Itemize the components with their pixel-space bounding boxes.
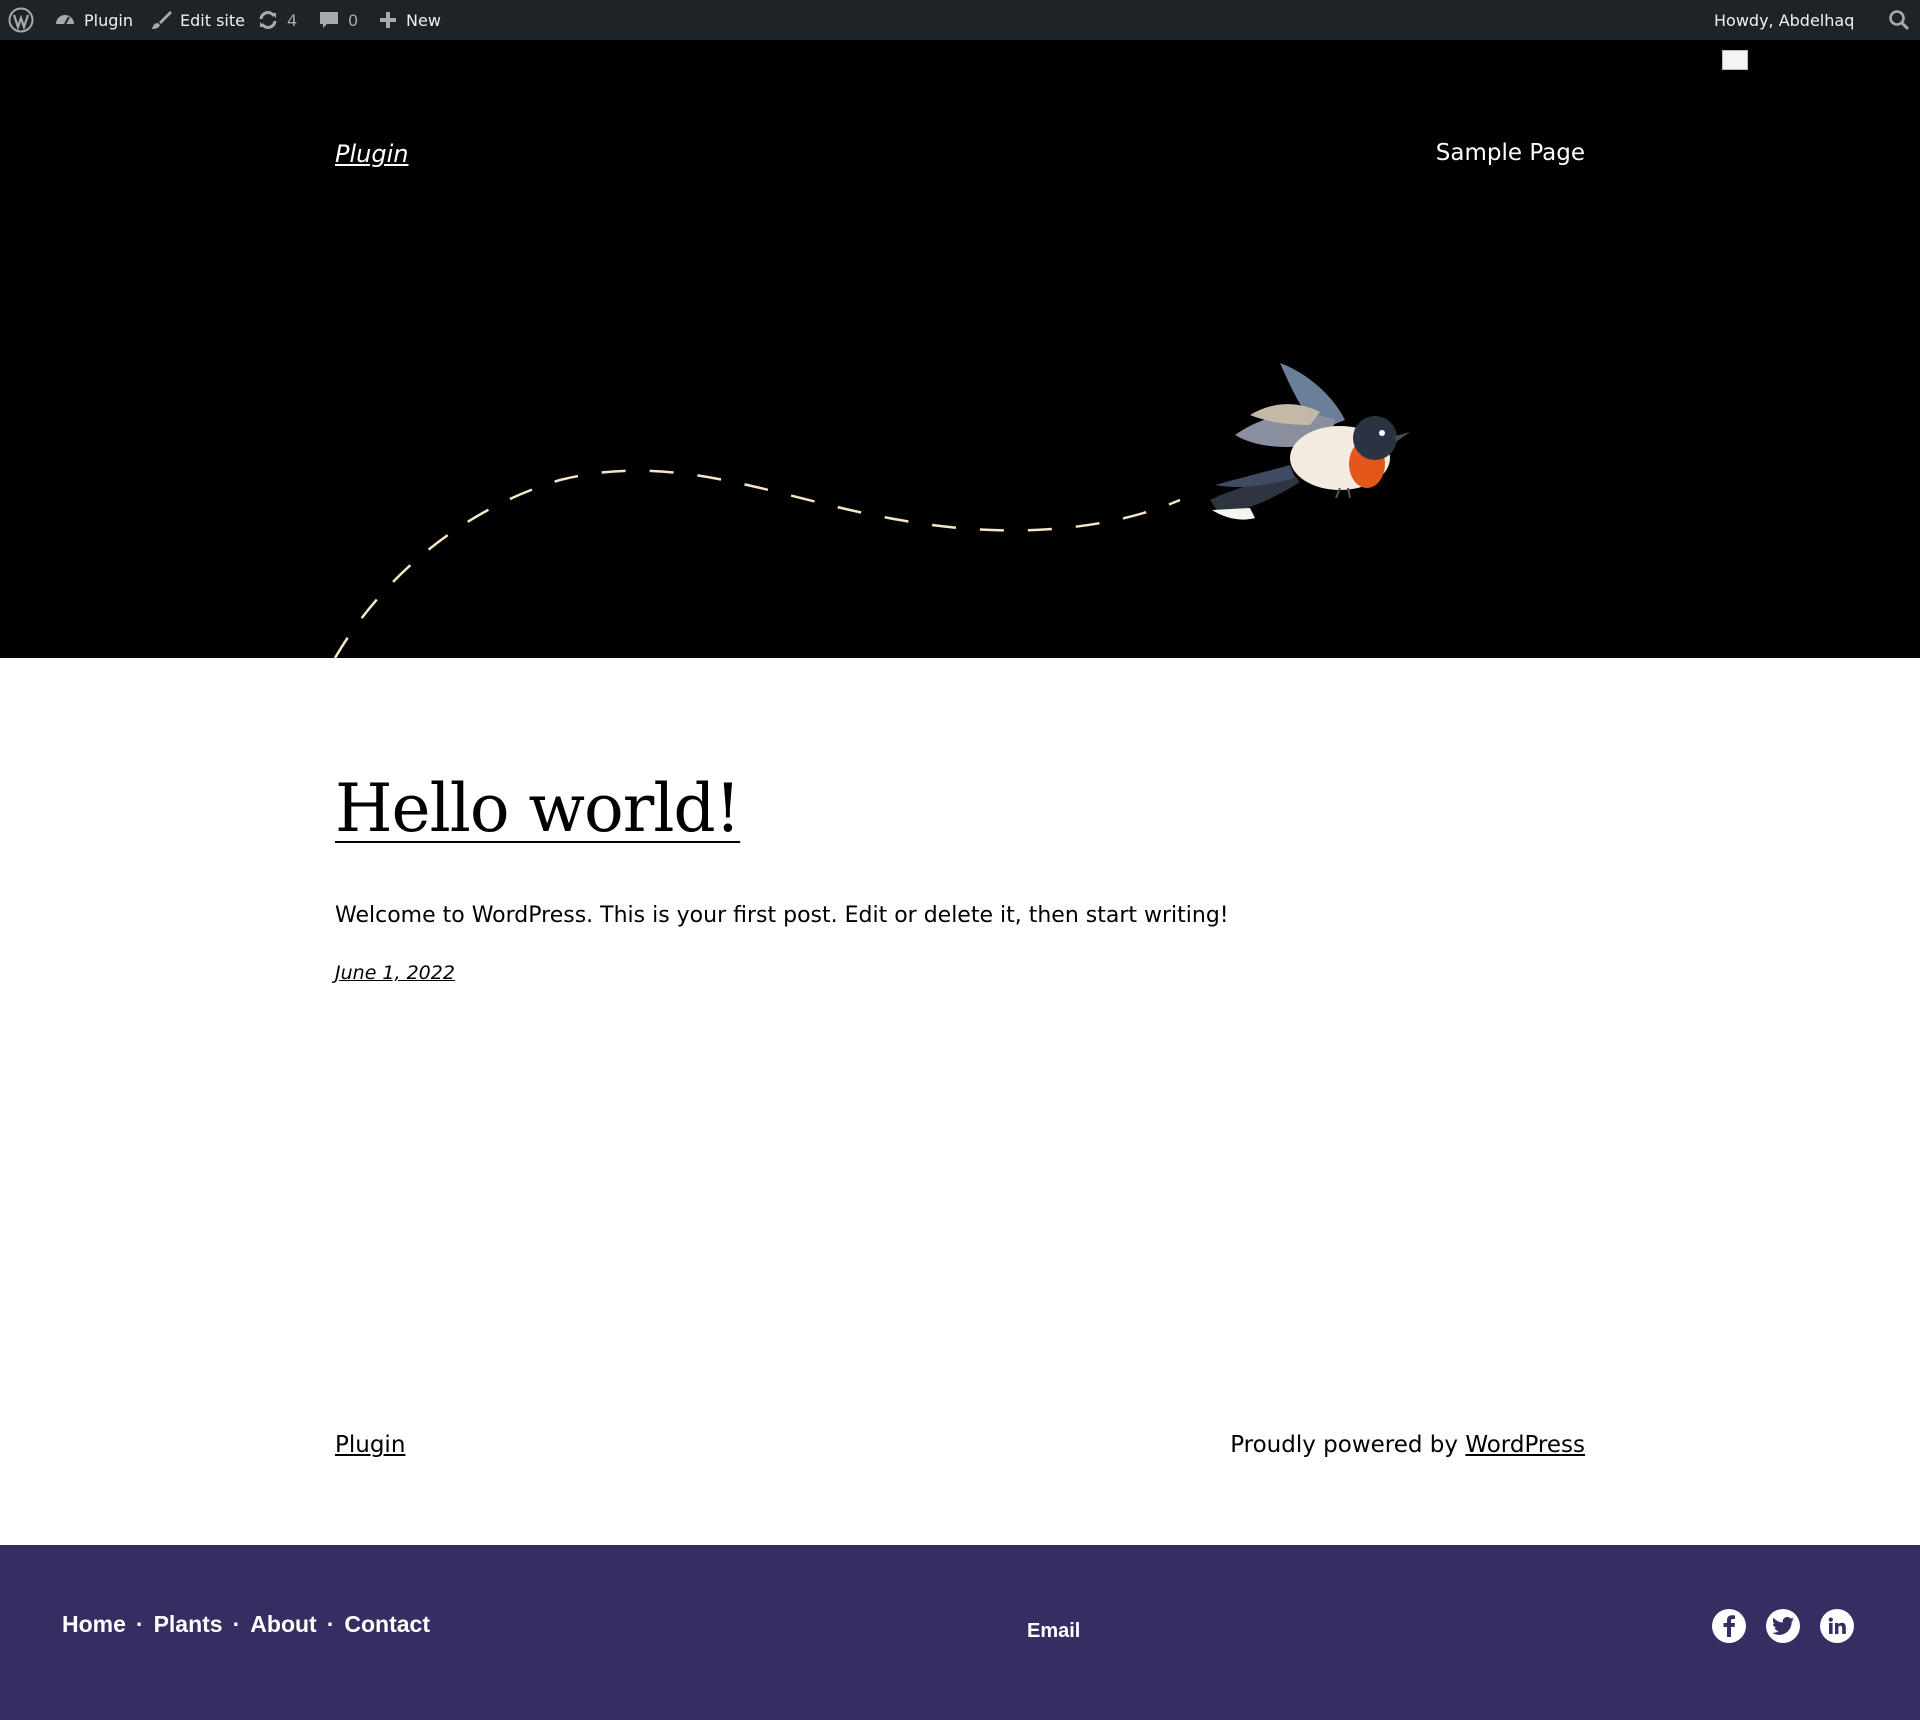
bottom-nav-about[interactable]: About — [250, 1611, 316, 1638]
dashed-flight-path — [333, 469, 1181, 658]
updates-button[interactable]: 4 — [257, 0, 297, 40]
bottom-bar: Home · Plants · About · Contact Email — [0, 1545, 1920, 1720]
site-name-button[interactable]: Plugin — [54, 0, 133, 40]
site-title-link[interactable]: Plugin — [335, 140, 408, 168]
bottom-nav-contact[interactable]: Contact — [344, 1611, 430, 1638]
new-label: New — [406, 10, 441, 30]
howdy-label: Howdy, Abdelhaq — [1714, 10, 1855, 30]
comments-button[interactable]: 0 — [318, 0, 358, 40]
hero-illustration — [333, 363, 1410, 658]
comments-count: 0 — [348, 10, 359, 30]
facebook-icon[interactable] — [1712, 1609, 1746, 1643]
nav-separator: · — [326, 1611, 335, 1637]
admin-search-button[interactable] — [1888, 0, 1910, 40]
post-excerpt: Welcome to WordPress. This is your first… — [335, 903, 1229, 928]
bottom-nav-home[interactable]: Home — [62, 1611, 126, 1638]
nav-item-sample-page[interactable]: Sample Page — [1436, 140, 1585, 166]
post-title-link[interactable]: Hello world! — [335, 770, 741, 847]
footer-credits: Proudly powered by WordPress — [1230, 1432, 1585, 1458]
updates-count: 4 — [287, 10, 298, 30]
bottom-navigation: Home · Plants · About · Contact — [62, 1611, 430, 1638]
social-links — [1712, 1609, 1854, 1643]
wordpress-logo-icon — [8, 7, 34, 33]
linkedin-icon[interactable] — [1820, 1609, 1854, 1643]
edit-site-button[interactable]: Edit site — [150, 0, 245, 40]
email-link[interactable]: Email — [1027, 1620, 1080, 1643]
footer-site-title-link[interactable]: Plugin — [335, 1432, 405, 1458]
powered-by-text: Proudly powered by — [1230, 1432, 1466, 1458]
site-header: Plugin Sample Page — [0, 40, 1920, 658]
dashboard-icon — [54, 9, 76, 31]
brush-icon — [150, 9, 172, 31]
comment-icon — [318, 9, 340, 31]
site-name-label: Plugin — [84, 10, 133, 30]
post-date-link[interactable]: June 1, 2022 — [335, 962, 455, 984]
twitter-icon[interactable] — [1766, 1609, 1800, 1643]
admin-bar: Plugin Edit site 4 0 New Howdy, Abdelhaq — [0, 0, 1920, 40]
plus-icon — [378, 10, 398, 30]
nav-separator: · — [232, 1611, 241, 1637]
nav-separator: · — [135, 1611, 144, 1637]
wordpress-logo-button[interactable] — [8, 0, 34, 40]
search-icon — [1888, 9, 1910, 31]
edit-site-label: Edit site — [180, 10, 245, 30]
wordpress-link[interactable]: WordPress — [1465, 1432, 1585, 1458]
my-account-button[interactable]: Howdy, Abdelhaq — [1714, 0, 1854, 40]
new-content-button[interactable]: New — [378, 0, 441, 40]
bottom-nav-plants[interactable]: Plants — [154, 1611, 223, 1638]
bird-illustration — [1210, 363, 1410, 520]
broken-image-placeholder — [1722, 50, 1748, 70]
updates-icon — [257, 9, 279, 31]
